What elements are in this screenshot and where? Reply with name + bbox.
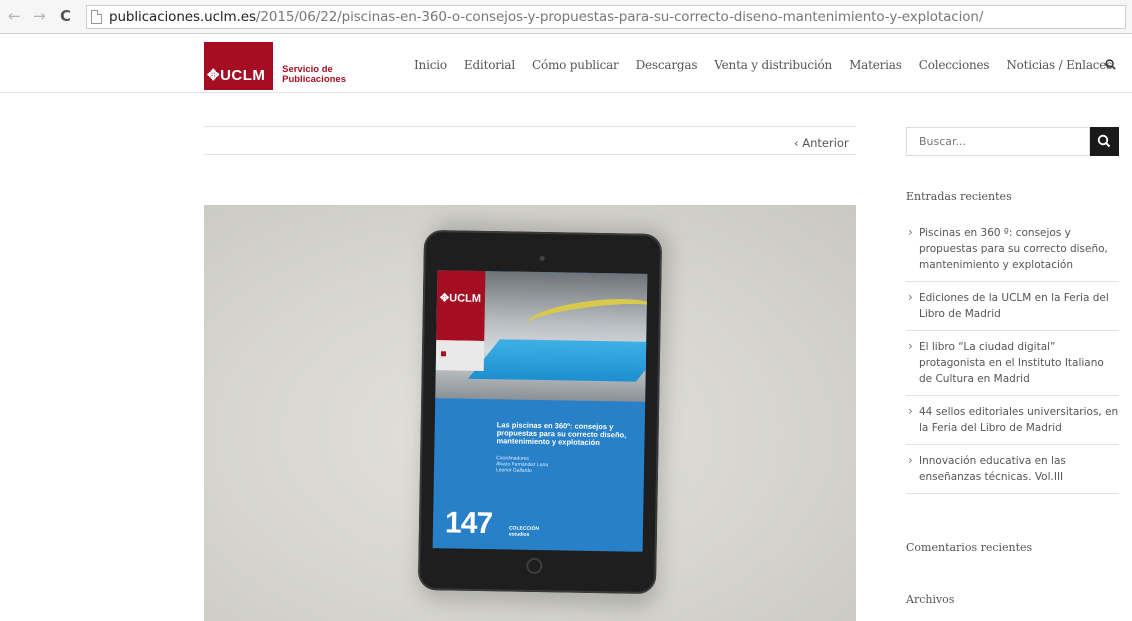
book-cover: ✥UCLM Las piscinas en 360º: consejos y p…: [432, 270, 648, 552]
url-path: /2015/06/22/piscinas-en-360-o-consejos-y…: [255, 9, 984, 25]
home-button-icon: [526, 557, 543, 575]
recent-posts-title: Entradas recientes: [906, 190, 1012, 203]
logo-mark: ✥UCLM: [204, 42, 274, 90]
nav-venta[interactable]: Venta y distribución: [714, 58, 832, 72]
list-item[interactable]: Innovación educativa en las enseñanzas t…: [906, 445, 1119, 494]
url-text[interactable]: publicaciones.uclm.es/2015/06/22/piscina…: [109, 9, 983, 25]
cover-logo-strip: [435, 340, 485, 372]
cover-brand: ✥UCLM: [439, 292, 482, 305]
list-item[interactable]: Piscinas en 360 º: consejos y propuestas…: [906, 217, 1119, 282]
roof-arch: [525, 293, 648, 339]
cover-number: 147: [444, 506, 493, 541]
cover-coordinators-names: Álvaro Fernández Luna Leonor Gallardo: [495, 461, 549, 474]
url-host: publicaciones.uclm.es: [109, 9, 256, 25]
nav-descargas[interactable]: Descargas: [636, 58, 698, 72]
tablet-mockup: ✥UCLM Las piscinas en 360º: consejos y p…: [417, 229, 663, 595]
divider: [204, 154, 856, 155]
search-icon: [1097, 134, 1111, 148]
list-item[interactable]: El libro “La ciudad digital” protagonist…: [906, 331, 1119, 396]
featured-image: ✥UCLM Las piscinas en 360º: consejos y p…: [204, 205, 856, 621]
previous-post-link[interactable]: ‹ Anterior: [794, 136, 849, 150]
divider: [204, 126, 856, 127]
nav-materias[interactable]: Materias: [849, 58, 902, 72]
cover-coordinators: Coordinadores Álvaro Fernández Luna Leon…: [496, 455, 616, 475]
recent-posts-list: Piscinas en 360 º: consejos y propuestas…: [906, 217, 1119, 494]
search-icon[interactable]: [1105, 59, 1116, 70]
cover-seal-icon: [440, 351, 447, 357]
pool-water: [467, 339, 648, 382]
address-bar[interactable]: publicaciones.uclm.es/2015/06/22/piscina…: [86, 5, 1126, 29]
back-arrow-icon[interactable]: ←: [8, 7, 21, 25]
nav-inicio[interactable]: Inicio: [414, 58, 447, 72]
sidebar-search-field[interactable]: [906, 127, 1090, 156]
logo-brand: ✥UCLM: [207, 67, 266, 84]
search-button[interactable]: [1090, 127, 1119, 156]
nav-noticias[interactable]: Noticias / Enlaces: [1006, 58, 1112, 72]
cover-title: Las piscinas en 360º: consejos y propues…: [496, 420, 627, 448]
cover-brand-block: ✥UCLM: [436, 270, 486, 342]
main-nav: Inicio Editorial Cómo publicar Descargas…: [414, 58, 1129, 72]
list-item[interactable]: Ediciones de la UCLM en la Feria del Lib…: [906, 282, 1119, 331]
search-input[interactable]: [907, 128, 1089, 155]
nav-colecciones[interactable]: Colecciones: [919, 58, 990, 72]
archives-title: Archivos: [906, 593, 955, 606]
browser-toolbar: ← → C publicaciones.uclm.es/2015/06/22/p…: [0, 0, 1132, 34]
logo-line2: Publicaciones: [282, 74, 346, 85]
forward-arrow-icon[interactable]: →: [33, 7, 46, 25]
camera-icon: [539, 255, 545, 262]
logo-subtitle: Servicio de Publicaciones: [282, 42, 346, 90]
site-header: ✥UCLM Servicio de Publicaciones Inicio E…: [0, 35, 1132, 93]
nav-editorial[interactable]: Editorial: [464, 58, 515, 72]
uclm-logo[interactable]: ✥UCLM Servicio de Publicaciones: [204, 42, 346, 90]
cover-collection: COLECCIÓN estudios: [508, 525, 540, 538]
page-icon: [91, 10, 102, 24]
list-item[interactable]: 44 sellos editoriales universitarios, en…: [906, 396, 1119, 445]
reload-icon[interactable]: C: [60, 7, 71, 25]
recent-comments-title: Comentarios recientes: [906, 541, 1033, 554]
nav-como-publicar[interactable]: Cómo publicar: [532, 58, 619, 72]
